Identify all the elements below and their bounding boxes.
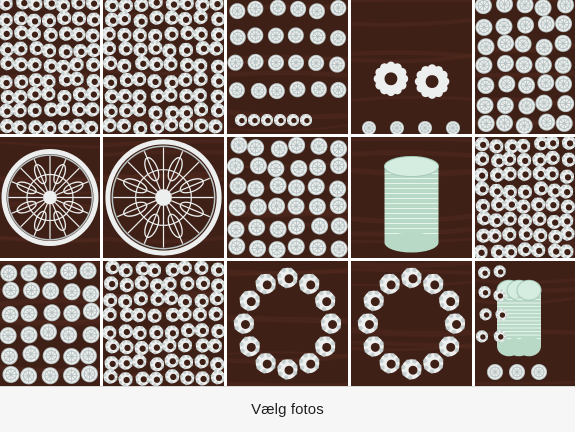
- photo-thumbnail[interactable]: [0, 0, 100, 134]
- select-photos-title: Vælg fotos: [251, 401, 324, 418]
- photo-thumbnail[interactable]: [0, 137, 100, 258]
- bottom-toolbar: Vælg fotos: [0, 386, 575, 432]
- photo-thumbnail[interactable]: [351, 261, 472, 386]
- photo-thumbnail[interactable]: [0, 261, 100, 386]
- photo-thumbnail[interactable]: [103, 261, 224, 386]
- photo-thumbnail[interactable]: [227, 261, 348, 386]
- photo-thumbnail[interactable]: [351, 0, 472, 134]
- photo-thumbnail[interactable]: [475, 261, 575, 386]
- photo-thumbnail[interactable]: [227, 0, 348, 134]
- photo-thumbnail[interactable]: [475, 137, 575, 258]
- photo-thumbnail[interactable]: [475, 0, 575, 134]
- photo-thumbnail[interactable]: [227, 137, 348, 258]
- photo-thumbnail[interactable]: [103, 137, 224, 258]
- photo-thumbnail[interactable]: [351, 137, 472, 258]
- photo-thumbnail[interactable]: [103, 0, 224, 134]
- photo-grid: [0, 0, 575, 386]
